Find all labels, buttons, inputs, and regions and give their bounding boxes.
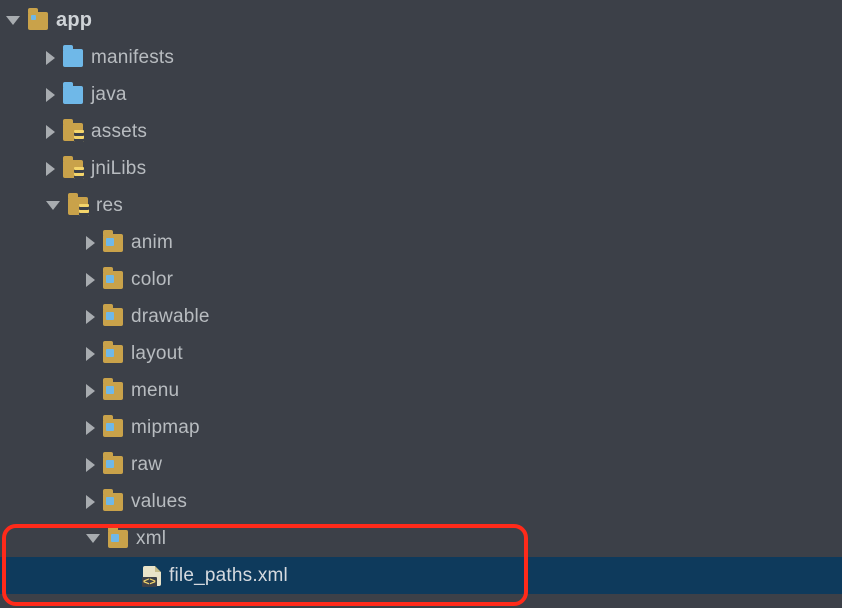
tree-row-mipmap[interactable]: mipmap — [0, 409, 842, 446]
chevron-right-icon[interactable] — [46, 125, 55, 139]
tree-label: jniLibs — [91, 158, 146, 180]
package-folder-icon — [63, 86, 83, 104]
resource-folder-icon — [103, 493, 123, 511]
chevron-down-icon[interactable] — [86, 534, 100, 543]
tree-row-app[interactable]: app — [0, 2, 842, 39]
chevron-right-icon[interactable] — [86, 458, 95, 472]
tree-row-raw[interactable]: raw — [0, 446, 842, 483]
chevron-down-icon[interactable] — [6, 16, 20, 25]
tree-label: xml — [136, 528, 166, 550]
chevron-right-icon[interactable] — [86, 421, 95, 435]
tree-label: manifests — [91, 47, 174, 69]
resource-root-folder-icon — [63, 123, 83, 141]
chevron-right-icon[interactable] — [46, 162, 55, 176]
chevron-right-icon[interactable] — [86, 384, 95, 398]
tree-label: color — [131, 269, 173, 291]
xml-file-icon — [143, 566, 161, 586]
tree-label: assets — [91, 121, 147, 143]
tree-label: anim — [131, 232, 173, 254]
tree-label: raw — [131, 454, 162, 476]
tree-row-manifests[interactable]: manifests — [0, 39, 842, 76]
tree-row-anim[interactable]: anim — [0, 224, 842, 261]
tree-row-jnilibs[interactable]: jniLibs — [0, 150, 842, 187]
package-folder-icon — [63, 49, 83, 67]
tree-row-color[interactable]: color — [0, 261, 842, 298]
resource-root-folder-icon — [68, 197, 88, 215]
tree-label: mipmap — [131, 417, 200, 439]
chevron-down-icon[interactable] — [46, 201, 60, 210]
resource-folder-icon — [103, 308, 123, 326]
tree-label: res — [96, 195, 123, 217]
tree-label: file_paths.xml — [169, 565, 288, 587]
module-folder-icon — [28, 12, 48, 30]
tree-row-java[interactable]: java — [0, 76, 842, 113]
chevron-right-icon[interactable] — [86, 495, 95, 509]
tree-label-app: app — [56, 9, 92, 32]
arrow-placeholder — [126, 569, 135, 583]
resource-root-folder-icon — [63, 160, 83, 178]
resource-folder-icon — [103, 345, 123, 363]
chevron-right-icon[interactable] — [86, 273, 95, 287]
tree-label: values — [131, 491, 187, 513]
tree-row-file-paths-xml[interactable]: file_paths.xml — [0, 557, 842, 594]
tree-label: layout — [131, 343, 183, 365]
chevron-right-icon[interactable] — [46, 88, 55, 102]
chevron-right-icon[interactable] — [86, 236, 95, 250]
chevron-right-icon[interactable] — [86, 310, 95, 324]
chevron-right-icon[interactable] — [46, 51, 55, 65]
tree-row-drawable[interactable]: drawable — [0, 298, 842, 335]
tree-row-assets[interactable]: assets — [0, 113, 842, 150]
tree-row-values[interactable]: values — [0, 483, 842, 520]
chevron-right-icon[interactable] — [86, 347, 95, 361]
resource-folder-icon — [108, 530, 128, 548]
tree-row-menu[interactable]: menu — [0, 372, 842, 409]
tree-row-xml[interactable]: xml — [0, 520, 842, 557]
resource-folder-icon — [103, 382, 123, 400]
resource-folder-icon — [103, 456, 123, 474]
tree-row-layout[interactable]: layout — [0, 335, 842, 372]
resource-folder-icon — [103, 234, 123, 252]
tree-label: drawable — [131, 306, 210, 328]
project-tree: app manifests java assets jniLibs res an… — [0, 0, 842, 594]
resource-folder-icon — [103, 419, 123, 437]
tree-row-res[interactable]: res — [0, 187, 842, 224]
resource-folder-icon — [103, 271, 123, 289]
tree-label: java — [91, 84, 127, 106]
tree-label: menu — [131, 380, 179, 402]
